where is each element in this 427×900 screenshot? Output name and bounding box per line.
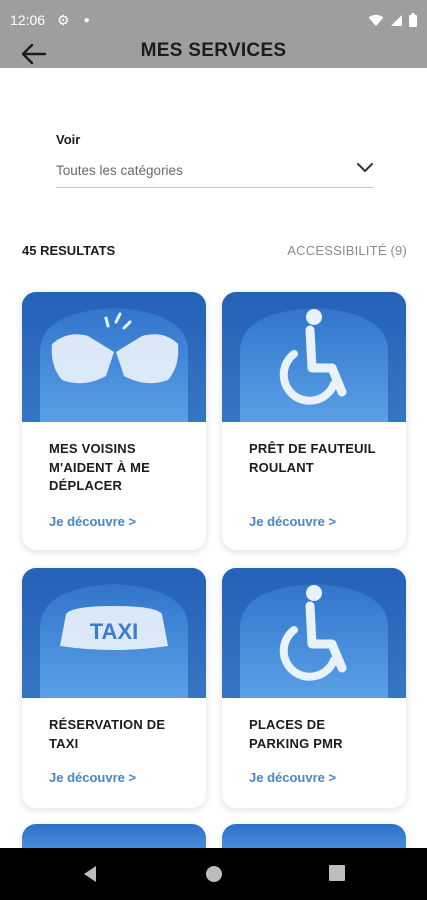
service-card-pmr-parking[interactable]: PLACES DE PARKING PMR Je découvre > bbox=[222, 568, 406, 808]
category-select[interactable]: Toutes les catégories bbox=[56, 155, 374, 188]
nav-home-icon[interactable] bbox=[205, 865, 223, 883]
discover-link[interactable]: Je découvre > bbox=[249, 770, 336, 785]
discover-link[interactable]: Je découvre > bbox=[49, 770, 136, 785]
status-time: 12:06 bbox=[10, 12, 46, 28]
wheelchair-cloud-icon bbox=[222, 292, 406, 422]
settings-gear-icon: ⚙ bbox=[57, 11, 70, 28]
status-bar: 12:06 ⚙ ● MES SERVICES bbox=[0, 0, 427, 68]
results-count: 45 RESULTATS bbox=[22, 243, 116, 258]
chevron-down-icon bbox=[357, 163, 373, 172]
wifi-icon bbox=[368, 14, 384, 26]
battery-icon bbox=[409, 13, 417, 27]
wheelchair-cloud-icon bbox=[222, 568, 406, 698]
card-image bbox=[222, 568, 406, 698]
card-title: PRÊT DE FAUTEUIL ROULANT bbox=[249, 441, 376, 475]
notification-dot-icon: ● bbox=[83, 14, 90, 26]
service-card-neighbors[interactable]: MES VOISINS M'AIDENT À ME DÉPLACER Je dé… bbox=[22, 292, 206, 550]
active-filter-tag[interactable]: ACCESSIBILITÉ (9) bbox=[287, 243, 407, 258]
category-select-value: Toutes les catégories bbox=[56, 163, 183, 178]
service-card-taxi[interactable]: TAXI RÉSERVATION DE TAXI Je découvre > bbox=[22, 568, 206, 808]
service-card-wheelchair-loan[interactable]: PRÊT DE FAUTEUIL ROULANT Je découvre > bbox=[222, 292, 406, 550]
card-title: MES VOISINS M'AIDENT À ME DÉPLACER bbox=[49, 441, 151, 493]
app-bar: MES SERVICES bbox=[0, 40, 427, 68]
card-image bbox=[22, 292, 206, 422]
nav-recents-icon[interactable] bbox=[329, 865, 345, 881]
cell-signal-icon bbox=[391, 14, 402, 26]
card-title: RÉSERVATION DE TAXI bbox=[49, 717, 166, 751]
nav-back-icon[interactable] bbox=[82, 865, 98, 883]
discover-link[interactable]: Je découvre > bbox=[249, 514, 336, 529]
card-image: TAXI bbox=[22, 568, 206, 698]
helping-hands-cloud-icon bbox=[22, 292, 206, 422]
page-title: MES SERVICES bbox=[140, 40, 287, 61]
system-nav-bar bbox=[0, 848, 427, 900]
taxi-cloud-icon: TAXI bbox=[22, 568, 206, 698]
card-title: PLACES DE PARKING PMR bbox=[249, 717, 343, 751]
discover-link[interactable]: Je découvre > bbox=[49, 514, 136, 529]
taxi-sign-text: TAXI bbox=[90, 619, 138, 644]
filter-label: Voir bbox=[56, 132, 81, 147]
card-image bbox=[222, 292, 406, 422]
